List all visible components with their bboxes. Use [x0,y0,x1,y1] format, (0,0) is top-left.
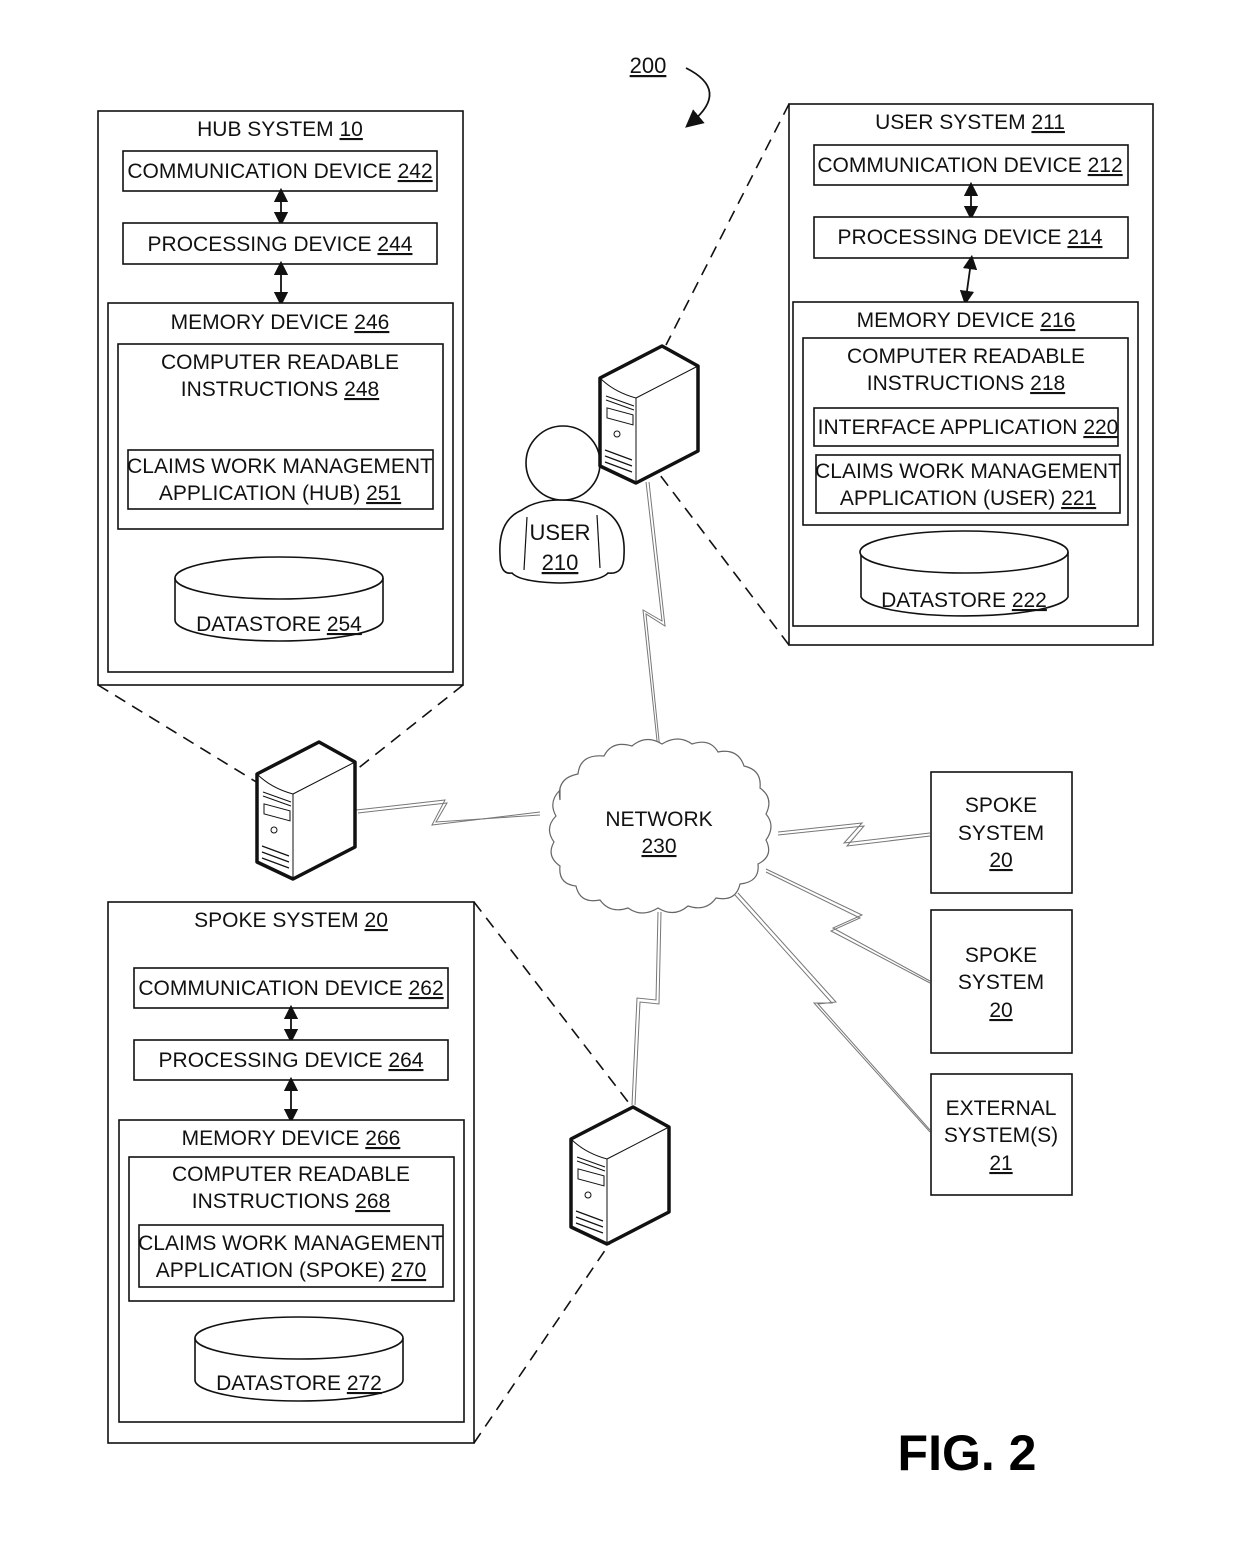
spoke-network-link [631,911,659,1106]
hub-instructions-line2: INSTRUCTIONS 248 [181,378,379,401]
side-system-line1: SPOKE [965,794,1037,817]
side-system-line2: SYSTEM [958,822,1044,845]
user-datastore-label: DATASTORE 222 [881,589,1047,612]
user-system: USER SYSTEM 211 COMMUNICATION DEVICE 212… [788,103,1154,646]
hub-system-title: HUB SYSTEM 10 [197,118,363,141]
hub-processing-device-label: PROCESSING DEVICE 244 [148,233,413,256]
user-communication-device-label: COMMUNICATION DEVICE 212 [817,154,1122,177]
spoke-system-detail: SPOKE SYSTEM 20 COMMUNICATION DEVICE 262… [107,901,475,1444]
user-instructions-line2: INSTRUCTIONS 218 [867,372,1065,395]
spoke-projection-line-top [473,901,633,1108]
side-system-line1: SPOKE [965,944,1037,967]
hub-communication-device-label: COMMUNICATION DEVICE 242 [127,160,432,183]
user-instructions-line1: COMPUTER READABLE [847,345,1085,368]
user-projection-line-top [665,103,790,346]
figure-ref-arrow [685,67,711,128]
user-label: USER [529,520,590,545]
network-cloud: NETWORK 230 [548,738,772,914]
side-system-line2: SYSTEM [958,971,1044,994]
spoke-application-line1: CLAIMS WORK MANAGEMENT [138,1232,444,1255]
spoke-communication-device-label: COMMUNICATION DEVICE 262 [138,977,443,1000]
side-system-line1: EXTERNAL [946,1097,1057,1120]
side-spoke-system-2: SPOKE SYSTEM 20 [930,909,1073,1054]
spoke-server-icon [569,1105,671,1246]
hub-projection-line-right [355,684,464,771]
user-interface-application-label: INTERFACE APPLICATION 220 [818,416,1119,439]
user-processing-device-label: PROCESSING DEVICE 214 [838,226,1103,249]
hub-system: HUB SYSTEM 10 COMMUNICATION DEVICE 242 P… [97,110,464,686]
user-projection-line-bottom [659,474,790,646]
hub-instructions-line1: COMPUTER READABLE [161,351,399,374]
spoke-application-line2: APPLICATION (SPOKE) 270 [156,1259,426,1282]
spoke-instructions-line2: INSTRUCTIONS 268 [192,1190,390,1213]
side-spoke-system-1: SPOKE SYSTEM 20 [930,771,1073,894]
spoke-memory-device-label: MEMORY DEVICE 266 [182,1127,401,1150]
side-system-line2: SYSTEM(S) [944,1124,1058,1147]
user-ref: 210 [542,550,579,575]
spoke-projection-line-bottom [473,1242,611,1444]
user-memory-device-label: MEMORY DEVICE 216 [857,309,1076,332]
spoke-processing-device-label: PROCESSING DEVICE 264 [159,1049,424,1072]
side-external-systems: EXTERNAL SYSTEM(S) 21 [930,1073,1073,1196]
side-system-ref: 20 [989,999,1012,1022]
spoke-instructions-line1: COMPUTER READABLE [172,1163,410,1186]
hub-application-line1: CLAIMS WORK MANAGEMENT [127,455,433,478]
side-system-ref: 20 [989,849,1012,872]
user-application-line1: CLAIMS WORK MANAGEMENT [815,460,1121,483]
network-ref: 230 [641,835,676,858]
system-diagram: 200 HUB SYSTEM 10 COMMUNICATION DEVICE 2… [97,53,1154,1481]
hub-server-icon [255,740,357,881]
figure-ref-number: 200 [630,53,667,78]
side-spoke-2-link [765,868,931,982]
spoke-system-title: SPOKE SYSTEM 20 [194,909,388,932]
user-application-line2: APPLICATION (USER) 221 [840,487,1096,510]
spoke-datastore-label: DATASTORE 272 [216,1372,382,1395]
network-label: NETWORK [605,808,712,831]
user-server-icon [598,344,700,485]
hub-memory-device-label: MEMORY DEVICE 246 [171,311,390,334]
side-system-ref: 21 [989,1152,1012,1175]
user-system-title: USER SYSTEM 211 [875,111,1065,134]
hub-projection-line-left [97,684,259,784]
hub-datastore-label: DATASTORE 254 [196,613,362,636]
hub-application-line2: APPLICATION (HUB) 251 [159,482,401,505]
figure-caption: FIG. 2 [898,1425,1037,1481]
